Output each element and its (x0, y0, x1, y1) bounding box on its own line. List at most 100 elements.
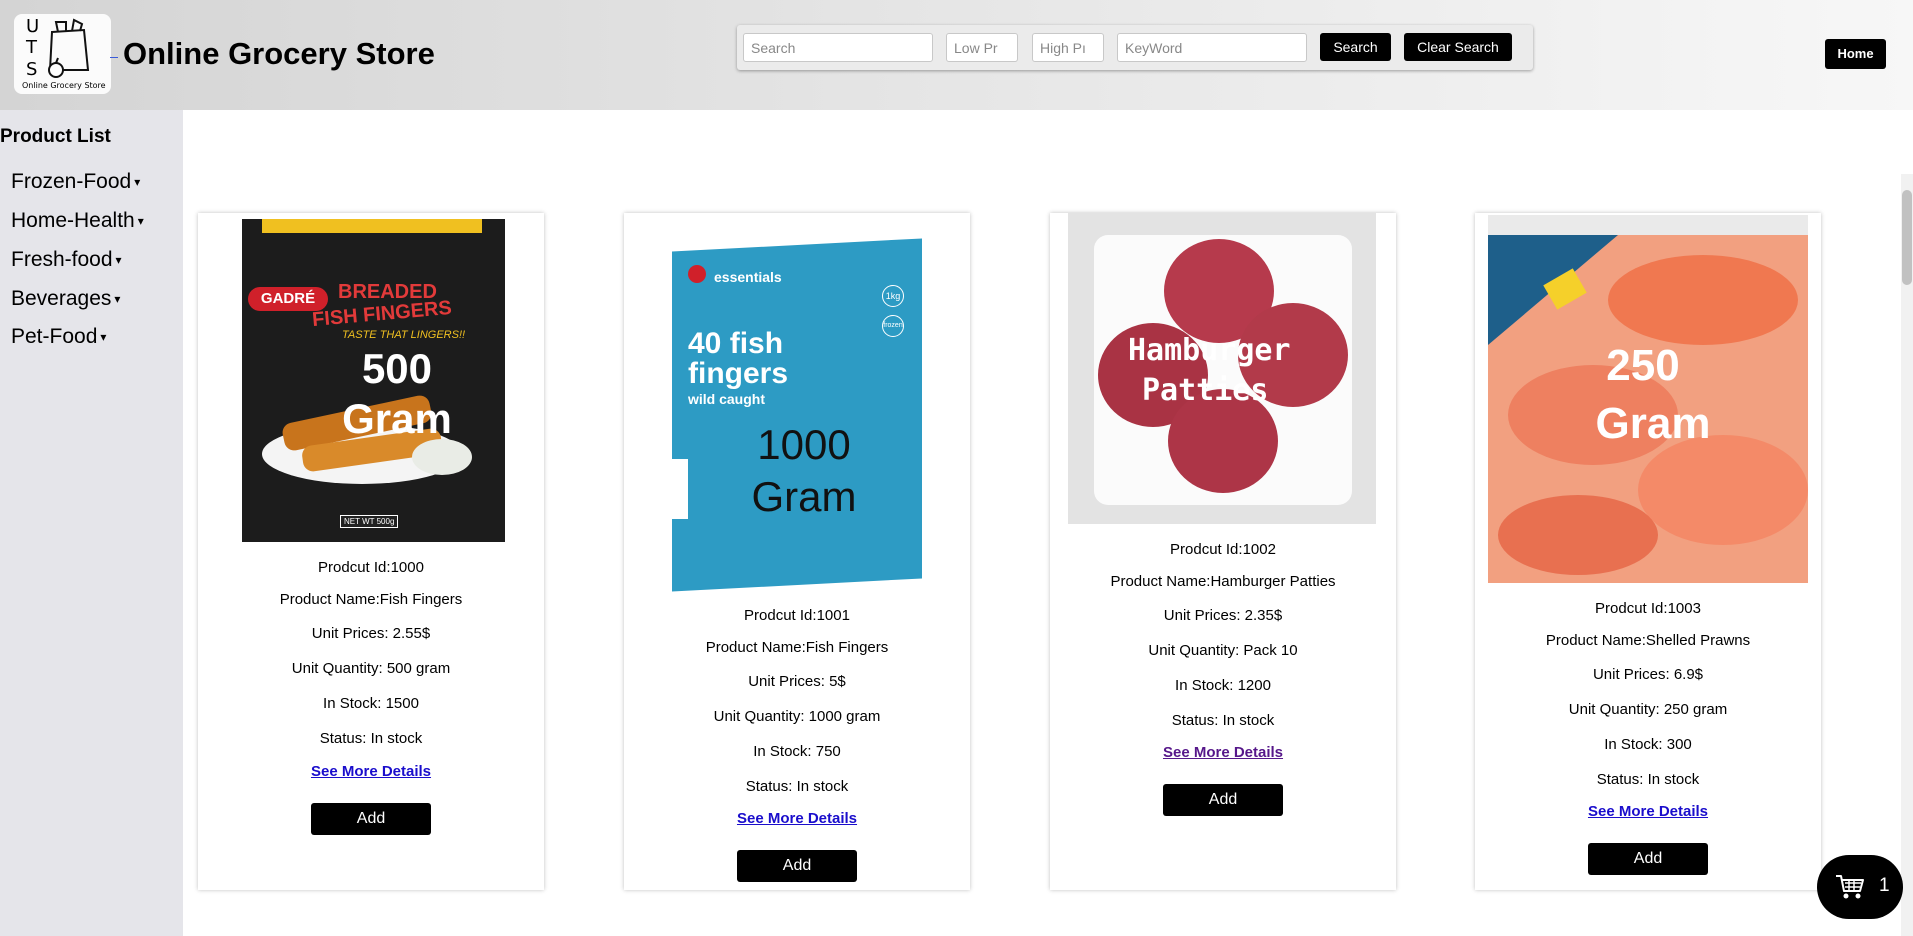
brand-link-underline[interactable] (110, 57, 118, 58)
product-status: Status: In stock (745, 778, 849, 795)
image-overlay-line: Hamburger (1128, 333, 1291, 368)
product-name: Product Name:Fish Fingers (705, 639, 889, 656)
logo-letter-u: U (26, 16, 40, 37)
package-weight: NET WT 500g (340, 515, 399, 528)
product-image[interactable]: 250 Gram (1488, 215, 1808, 583)
category-beverages[interactable]: Beverages ▾ (11, 287, 120, 311)
caret-down-icon: ▾ (100, 330, 107, 345)
high-price-input[interactable] (1032, 33, 1104, 62)
see-more-details-link[interactable]: See More Details (1475, 803, 1821, 820)
low-price-input[interactable] (946, 33, 1018, 62)
prawn-graphic (1638, 435, 1808, 545)
search-button[interactable]: Search (1320, 33, 1391, 61)
logo-subtitle: Online Grocery Store (22, 81, 106, 90)
product-price: Unit Prices: 2.55$ (311, 625, 431, 642)
home-button[interactable]: Home (1825, 39, 1886, 69)
product-stock: In Stock: 300 (1604, 736, 1692, 753)
package-brand: GADRÉ (248, 287, 328, 311)
logo-letter-t: T (26, 37, 37, 58)
caret-down-icon: ▾ (134, 175, 141, 190)
package-badge: frozen (882, 315, 904, 337)
cart-button[interactable]: 1 (1817, 855, 1903, 919)
product-image[interactable]: Hamburger Patties (1068, 213, 1376, 524)
category-frozen-food[interactable]: Frozen-Food ▾ (11, 170, 140, 194)
package-text-line: FISH FINGERS (311, 296, 453, 332)
product-quantity: Unit Quantity: 1000 gram (713, 708, 881, 725)
product-quantity: Unit Quantity: Pack 10 (1148, 642, 1298, 659)
see-more-details-link[interactable]: See More Details (1050, 744, 1396, 761)
add-to-cart-button[interactable]: Add (737, 850, 857, 882)
product-id: Prodcut Id:1002 (1170, 541, 1276, 558)
package-text-line: fingers (688, 357, 789, 390)
product-stock: In Stock: 750 (753, 743, 841, 760)
product-status: Status: In stock (319, 730, 423, 747)
product-stock: In Stock: 1500 (323, 695, 419, 712)
grocery-bag-icon (48, 18, 90, 78)
see-more-details-link[interactable]: See More Details (198, 763, 544, 780)
search-bar: Search Clear Search (737, 25, 1533, 70)
product-price: Unit Prices: 5$ (748, 673, 846, 690)
site-title: Online Grocery Store (123, 36, 435, 71)
woolworths-logo-icon (688, 265, 706, 283)
logo-letter-s: S (26, 59, 38, 80)
prawn-graphic (1608, 255, 1798, 345)
barcode-graphic (672, 459, 688, 519)
product-quantity: Unit Quantity: 250 gram (1568, 701, 1728, 718)
product-price: Unit Prices: 6.9$ (1592, 666, 1704, 683)
product-status: Status: In stock (1171, 712, 1275, 729)
search-input[interactable] (743, 33, 933, 62)
scrollbar-track[interactable] (1901, 174, 1913, 936)
package-tagline: wild caught (688, 391, 765, 407)
add-to-cart-button[interactable]: Add (1163, 784, 1283, 816)
product-id: Prodcut Id:1000 (318, 559, 424, 576)
category-fresh-food[interactable]: Fresh-food ▾ (11, 248, 122, 272)
keyword-input[interactable] (1117, 33, 1307, 62)
category-label: Home-Health (11, 209, 135, 232)
caret-down-icon: ▾ (137, 214, 144, 229)
see-more-details-link[interactable]: See More Details (624, 810, 970, 827)
package-badge: 1kg (882, 285, 904, 307)
product-card: GADRÉ BREADED FISH FINGERS TASTE THAT LI… (198, 213, 544, 890)
caret-down-icon: ▾ (115, 253, 122, 268)
category-label: Beverages (11, 287, 112, 310)
image-overlay-line: 1000 (757, 421, 851, 468)
cart-count: 1 (1879, 875, 1890, 896)
add-to-cart-button[interactable]: Add (311, 803, 431, 835)
image-overlay-line: Gram (751, 473, 857, 520)
product-name: Product Name:Hamburger Patties (1110, 573, 1336, 590)
sauce-graphic (412, 439, 472, 475)
product-name: Product Name:Fish Fingers (279, 591, 463, 608)
package-tagline: TASTE THAT LINGERS!! (342, 329, 466, 341)
package-brand: essentials (714, 269, 782, 285)
clear-search-button[interactable]: Clear Search (1404, 33, 1512, 61)
product-card: essentials 1kg frozen 40 fish fingers wi… (624, 213, 970, 890)
package-text-line: 40 fish (688, 327, 784, 360)
product-id: Prodcut Id:1001 (744, 607, 850, 624)
image-overlay-line: Gram (1595, 399, 1711, 448)
product-image[interactable]: essentials 1kg frozen 40 fish fingers wi… (664, 223, 926, 595)
product-stock: In Stock: 1200 (1175, 677, 1271, 694)
header: U T S Online Grocery Store Online Grocer… (0, 0, 1913, 110)
product-name: Product Name:Shelled Prawns (1545, 632, 1751, 649)
image-overlay-line: 500 (361, 345, 433, 392)
category-label: Pet-Food (11, 325, 98, 348)
product-card: Hamburger Patties Prodcut Id:1002 Produc… (1050, 213, 1396, 890)
logo[interactable]: U T S Online Grocery Store (14, 14, 111, 94)
add-to-cart-button[interactable]: Add (1588, 843, 1708, 875)
category-pet-food[interactable]: Pet-Food ▾ (11, 325, 106, 349)
sidebar: Product List Frozen-Food ▾ Home-Health ▾ F… (0, 110, 183, 936)
product-card: 250 Gram Prodcut Id:1003 Product Name:Sh… (1475, 213, 1821, 890)
prawn-graphic (1498, 495, 1658, 575)
product-id: Prodcut Id:1003 (1595, 600, 1701, 617)
product-list-heading: Product List (0, 126, 111, 147)
category-home-health[interactable]: Home-Health ▾ (11, 209, 144, 233)
image-overlay-line: 250 (1606, 341, 1680, 390)
cart-icon (1836, 875, 1864, 899)
package-top-strip (262, 219, 482, 233)
product-image[interactable]: GADRÉ BREADED FISH FINGERS TASTE THAT LI… (242, 219, 505, 542)
package-top-strip (1488, 215, 1808, 235)
product-price: Unit Prices: 2.35$ (1163, 607, 1283, 624)
product-status: Status: In stock (1596, 771, 1700, 788)
scrollbar-thumb[interactable] (1902, 190, 1912, 285)
category-label: Frozen-Food (11, 170, 132, 193)
